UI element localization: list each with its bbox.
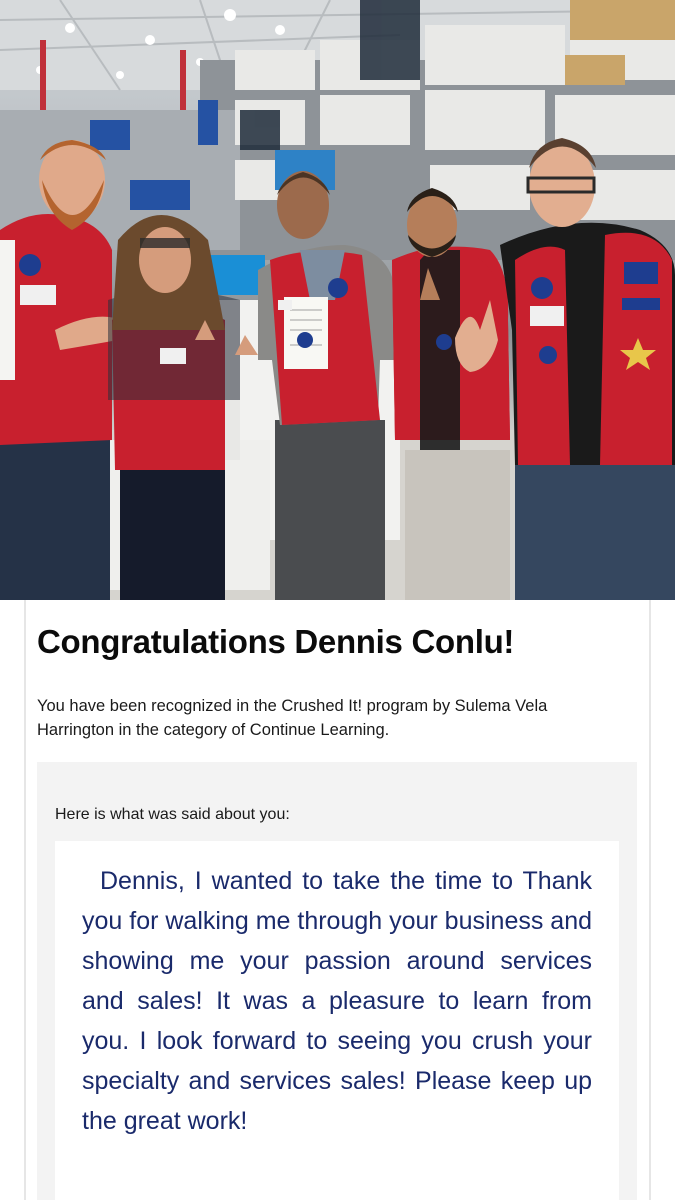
- feedback-quote-text: Dennis, I wanted to take the time to Tha…: [82, 867, 593, 1135]
- recognition-card: Congratulations Dennis Conlu! You have b…: [26, 600, 649, 1200]
- card-right-border: [649, 600, 651, 1200]
- recognition-intro-text: You have been recognized in the Crushed …: [37, 697, 548, 739]
- team-photo: [0, 0, 675, 600]
- feedback-panel: Here is what was said about you: Dennis,…: [37, 762, 637, 1200]
- team-photo-illustration: [0, 0, 675, 600]
- page: Congratulations Dennis Conlu! You have b…: [0, 0, 675, 1200]
- congratulations-headline: Congratulations Dennis Conlu!: [37, 623, 515, 660]
- feedback-label: Here is what was said about you:: [55, 806, 290, 823]
- feedback-quote-box: Dennis, I wanted to take the time to Tha…: [55, 841, 619, 1200]
